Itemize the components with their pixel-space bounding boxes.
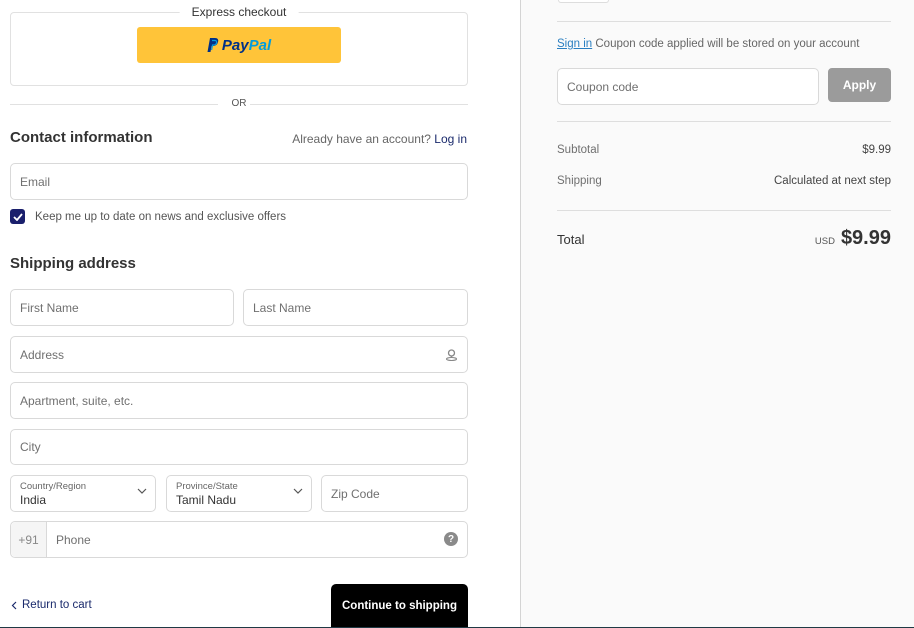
last-name-input[interactable] bbox=[253, 300, 458, 315]
newsletter-label: Keep me up to date on news and exclusive… bbox=[35, 210, 287, 223]
shipping-row: Shipping Calculated at next step bbox=[557, 175, 891, 187]
return-to-cart-label: Return to cart bbox=[22, 599, 92, 611]
email-field[interactable] bbox=[10, 163, 468, 200]
total-amount: $9.99 bbox=[840, 227, 891, 249]
country-value: India bbox=[20, 493, 47, 507]
total-label: Total bbox=[557, 232, 585, 247]
divider-line bbox=[10, 104, 218, 105]
paypal-pay-text: Pay bbox=[221, 36, 249, 54]
shipping-value: Calculated at next step bbox=[774, 175, 891, 187]
phone-input[interactable] bbox=[56, 532, 458, 547]
coupon-field[interactable] bbox=[557, 68, 819, 105]
or-divider: OR bbox=[10, 98, 468, 110]
first-name-field[interactable] bbox=[10, 289, 234, 326]
checkout-form: Express checkout PayPal OR Contact infor… bbox=[0, 0, 520, 628]
order-summary: Sign in Coupon code applied will be stor… bbox=[520, 0, 914, 628]
paypal-logo: PayPal bbox=[207, 37, 271, 54]
country-select[interactable]: Country/Region India bbox=[10, 475, 156, 512]
subtotal-value: $9.99 bbox=[862, 144, 891, 156]
total-value-group: USD $9.99 bbox=[815, 227, 891, 250]
shipping-label: Shipping bbox=[557, 175, 602, 187]
location-pin-icon bbox=[445, 349, 458, 361]
paypal-button[interactable]: PayPal bbox=[137, 27, 341, 63]
return-to-cart-link[interactable]: Return to cart bbox=[11, 599, 92, 611]
email-input[interactable] bbox=[20, 174, 458, 189]
province-label: Province/State bbox=[176, 481, 238, 492]
chevron-down-icon bbox=[293, 488, 303, 494]
divider bbox=[557, 21, 891, 22]
phone-country-code: +91 bbox=[11, 522, 47, 557]
subtotal-row: Subtotal $9.99 bbox=[557, 144, 891, 156]
contact-title: Contact information bbox=[10, 129, 153, 146]
help-icon[interactable]: ? bbox=[444, 532, 458, 546]
apartment-input[interactable] bbox=[20, 393, 458, 408]
chevron-left-icon bbox=[11, 601, 17, 609]
apply-coupon-button[interactable]: Apply bbox=[828, 68, 891, 102]
newsletter-option[interactable]: Keep me up to date on news and exclusive… bbox=[10, 209, 286, 224]
continue-to-shipping-button[interactable]: Continue to shipping bbox=[331, 584, 468, 628]
checkmark-icon bbox=[12, 212, 23, 221]
coupon-signin-note: Sign in Coupon code applied will be stor… bbox=[557, 38, 859, 50]
express-checkout-label: Express checkout bbox=[179, 5, 299, 19]
province-select[interactable]: Province/State Tamil Nadu bbox=[166, 475, 312, 512]
shipping-title: Shipping address bbox=[10, 255, 136, 272]
country-label: Country/Region bbox=[20, 481, 87, 492]
divider bbox=[557, 121, 891, 122]
phone-field[interactable]: +91 ? bbox=[10, 521, 468, 558]
last-name-field[interactable] bbox=[243, 289, 468, 326]
divider bbox=[557, 210, 891, 211]
chevron-down-icon bbox=[137, 488, 147, 494]
zip-input[interactable] bbox=[331, 486, 458, 501]
paypal-p-icon bbox=[207, 38, 219, 52]
subtotal-label: Subtotal bbox=[557, 144, 600, 156]
total-row: Total USD $9.99 bbox=[557, 227, 891, 250]
sign-in-link[interactable]: Sign in bbox=[557, 38, 592, 50]
account-hint: Already have an account? Log in bbox=[292, 132, 467, 146]
zip-field[interactable] bbox=[321, 475, 468, 512]
account-prompt: Already have an account? bbox=[292, 132, 431, 146]
divider-line bbox=[250, 104, 468, 105]
first-name-input[interactable] bbox=[20, 300, 224, 315]
city-field[interactable] bbox=[10, 429, 468, 465]
coupon-note-text: Coupon code applied will be stored on yo… bbox=[595, 38, 860, 50]
currency-code: USD bbox=[814, 236, 835, 247]
coupon-input[interactable] bbox=[567, 79, 809, 94]
province-value: Tamil Nadu bbox=[176, 493, 237, 507]
or-label: OR bbox=[231, 98, 247, 109]
address-field[interactable] bbox=[10, 336, 468, 373]
address-input[interactable] bbox=[20, 347, 445, 362]
city-input[interactable] bbox=[20, 440, 458, 454]
paypal-pal-text: Pal bbox=[248, 36, 272, 54]
express-checkout-box: Express checkout PayPal bbox=[10, 5, 468, 86]
login-link[interactable]: Log in bbox=[434, 132, 467, 146]
newsletter-checkbox[interactable] bbox=[10, 209, 25, 224]
apartment-field[interactable] bbox=[10, 382, 468, 419]
summary-top-element bbox=[558, 0, 609, 3]
checkout-page: Express checkout PayPal OR Contact infor… bbox=[0, 0, 914, 628]
